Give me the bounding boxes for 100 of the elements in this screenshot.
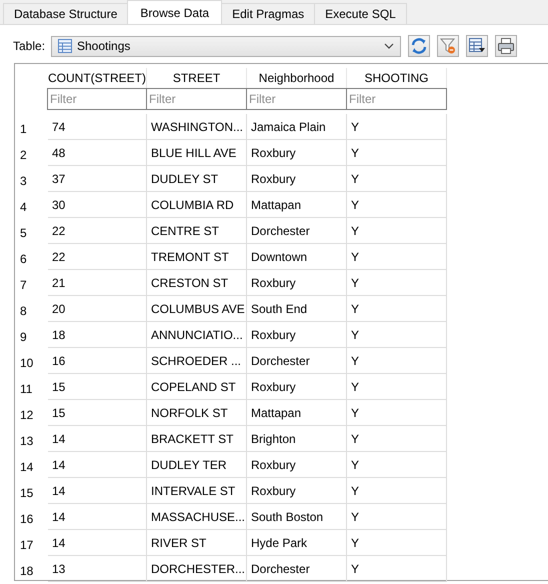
table-cell: Y bbox=[347, 270, 447, 296]
print-button[interactable] bbox=[495, 35, 517, 57]
table-cell: COLUMBIA RD bbox=[147, 192, 247, 218]
table-cell: 18 bbox=[48, 322, 147, 348]
table-cell: 21 bbox=[48, 270, 147, 296]
table-cell: CENTRE ST bbox=[147, 218, 247, 244]
row-number: 11 bbox=[19, 380, 34, 398]
table-cell: Roxbury bbox=[247, 270, 347, 296]
table-cell: WASHINGTON... bbox=[147, 114, 247, 140]
chevron-icon bbox=[384, 43, 394, 49]
table-cell: INTERVALE ST bbox=[147, 478, 247, 504]
table-label: Table: bbox=[13, 39, 46, 53]
row-number: 18 bbox=[19, 562, 34, 580]
row-number: 10 bbox=[19, 354, 34, 372]
table-cell: Y bbox=[347, 504, 447, 530]
table-cell: 30 bbox=[48, 192, 147, 218]
tab[interactable]: Execute SQL bbox=[314, 3, 407, 24]
save-table-button[interactable] bbox=[466, 35, 488, 57]
table-cell: Roxbury bbox=[247, 322, 347, 348]
table-cell: COPELAND ST bbox=[147, 374, 247, 400]
table-cell: Roxbury bbox=[247, 166, 347, 192]
table-cell: Y bbox=[347, 556, 447, 582]
tab[interactable]: Browse Data bbox=[127, 0, 222, 24]
table-cell: Y bbox=[347, 296, 447, 322]
row-number: 2 bbox=[19, 146, 28, 164]
table-cell: Y bbox=[347, 218, 447, 244]
table-cell: Y bbox=[347, 348, 447, 374]
refresh-button[interactable] bbox=[408, 35, 430, 57]
table-cell: Roxbury bbox=[247, 140, 347, 166]
table-cell: 16 bbox=[48, 348, 147, 374]
table-cell: South Boston bbox=[247, 504, 347, 530]
table-cell: 15 bbox=[48, 374, 147, 400]
row-number: 3 bbox=[19, 172, 28, 190]
table-cell: DUDLEY TER bbox=[147, 452, 247, 478]
table-cell: Y bbox=[347, 114, 447, 140]
table-cell: Downtown bbox=[247, 244, 347, 270]
row-number: 16 bbox=[19, 510, 34, 528]
table-cell: Y bbox=[347, 478, 447, 504]
row-number: 8 bbox=[19, 302, 28, 320]
table-cell: South End bbox=[247, 296, 347, 322]
table-cell: TREMONT ST bbox=[147, 244, 247, 270]
table-cell: BLUE HILL AVE bbox=[147, 140, 247, 166]
row-number: 7 bbox=[19, 276, 28, 294]
table-cell: 14 bbox=[48, 504, 147, 530]
table-cell: 37 bbox=[48, 166, 147, 192]
row-number: 4 bbox=[19, 198, 28, 216]
row-number: 5 bbox=[19, 224, 28, 242]
clear-filter-button[interactable] bbox=[437, 35, 459, 57]
table-cell: 14 bbox=[48, 426, 147, 452]
table-icon bbox=[58, 39, 72, 53]
row-number: 17 bbox=[19, 536, 34, 554]
table-cell: Y bbox=[347, 244, 447, 270]
table-cell: 14 bbox=[48, 452, 147, 478]
table-cell: SCHROEDER ... bbox=[147, 348, 247, 374]
row-number: 6 bbox=[19, 250, 28, 268]
row-number: 1 bbox=[19, 120, 28, 138]
table-cell: 22 bbox=[48, 218, 147, 244]
table-cell: RIVER ST bbox=[147, 530, 247, 556]
table-cell: 14 bbox=[48, 530, 147, 556]
table-dropdown[interactable]: Shootings bbox=[51, 36, 401, 56]
table-cell: Mattapan bbox=[247, 192, 347, 218]
table-cell: 14 bbox=[48, 478, 147, 504]
table-cell: 22 bbox=[48, 244, 147, 270]
table-cell: CRESTON ST bbox=[147, 270, 247, 296]
filter-field[interactable]: Filter bbox=[47, 88, 147, 110]
table-cell: ANNUNCIATIO... bbox=[147, 322, 247, 348]
table-cell: MASSACHUSE... bbox=[147, 504, 247, 530]
table-cell: Y bbox=[347, 322, 447, 348]
table-cell: Jamaica Plain bbox=[247, 114, 347, 140]
row-number: 15 bbox=[19, 484, 34, 502]
filter-field[interactable]: Filter bbox=[346, 88, 447, 110]
table-cell: Y bbox=[347, 192, 447, 218]
table-cell: Y bbox=[347, 426, 447, 452]
table-cell: Roxbury bbox=[247, 452, 347, 478]
table-cell: 74 bbox=[48, 114, 147, 140]
table-cell: Y bbox=[347, 140, 447, 166]
row-number: 13 bbox=[19, 432, 34, 450]
table-cell: Dorchester bbox=[247, 348, 347, 374]
table-cell: NORFOLK ST bbox=[147, 400, 247, 426]
table-cell: 48 bbox=[48, 140, 147, 166]
table-cell: Roxbury bbox=[247, 478, 347, 504]
table-cell: Dorchester bbox=[247, 218, 347, 244]
table-cell: 15 bbox=[48, 400, 147, 426]
table-cell: Y bbox=[347, 374, 447, 400]
filter-field[interactable]: Filter bbox=[246, 88, 347, 110]
table-cell: Y bbox=[347, 166, 447, 192]
table-cell: Dorchester bbox=[247, 556, 347, 582]
table-cell: Brighton bbox=[247, 426, 347, 452]
tab[interactable]: Database Structure bbox=[3, 3, 128, 24]
row-number: 14 bbox=[19, 458, 34, 476]
table-cell: DORCHESTER... bbox=[147, 556, 247, 582]
table-cell: COLUMBUS AVE bbox=[147, 296, 247, 322]
table-cell: Roxbury bbox=[247, 374, 347, 400]
table-cell: BRACKETT ST bbox=[147, 426, 247, 452]
table-cell: 20 bbox=[48, 296, 147, 322]
table-cell: DUDLEY ST bbox=[147, 166, 247, 192]
table-cell: 13 bbox=[48, 556, 147, 582]
filter-field[interactable]: Filter bbox=[146, 88, 247, 110]
table-cell: Y bbox=[347, 530, 447, 556]
table-cell: Mattapan bbox=[247, 400, 347, 426]
